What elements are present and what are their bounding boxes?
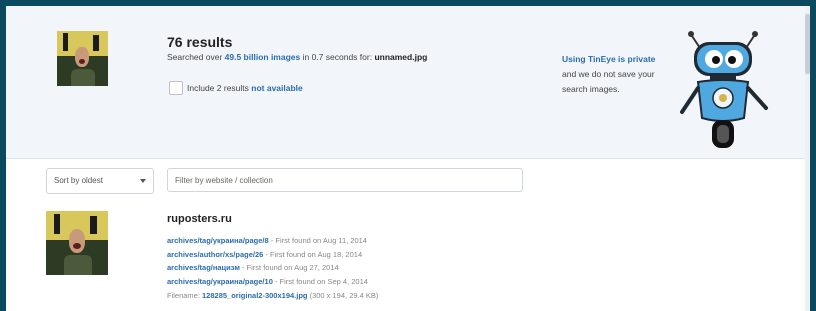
match-link[interactable]: archives/tag/нацизм	[167, 263, 240, 272]
index-size-link[interactable]: 49.5 billion images	[225, 52, 301, 62]
scrollbar-thumb[interactable]	[805, 14, 810, 74]
list-item: archives/author/xs/page/26 - First found…	[167, 249, 363, 259]
query-image-thumbnail[interactable]	[57, 31, 108, 86]
sort-dropdown[interactable]: Sort by oldest	[46, 168, 154, 194]
search-summary-panel: 76 results Searched over 49.5 billion im…	[6, 6, 810, 159]
list-item: archives/tag/украина/page/10 - First fou…	[167, 276, 368, 286]
list-item: archives/tag/нацизм - First found on Aug…	[167, 263, 339, 272]
result-filename: Filename: 128285_original2-300x194.jpg (…	[167, 291, 379, 300]
filename-link[interactable]: 128285_original2-300x194.jpg	[202, 291, 307, 300]
filter-website-input[interactable]	[167, 168, 523, 192]
match-link[interactable]: archives/tag/украина/page/10	[167, 277, 273, 286]
not-available-link[interactable]: not available	[251, 83, 303, 93]
sort-dropdown-label: Sort by oldest	[54, 176, 103, 185]
include-unavailable-checkbox[interactable]	[169, 81, 183, 95]
match-link[interactable]: archives/author/xs/page/26	[167, 250, 263, 259]
match-list: archives/tag/украина/page/8 - First foun…	[167, 234, 368, 288]
query-filename: unnamed.jpg	[374, 52, 428, 62]
tineye-robot-mascot-icon	[680, 31, 768, 148]
result-site-name[interactable]: ruposters.ru	[167, 213, 232, 225]
include-unavailable-label: Include 2 results not available	[187, 83, 303, 93]
match-link[interactable]: archives/tag/украина/page/8	[167, 236, 269, 245]
privacy-notice: Using TinEye is private and we do not sa…	[562, 52, 656, 94]
result-image-thumbnail[interactable]	[46, 211, 108, 275]
chevron-down-icon	[140, 179, 146, 183]
results-count: 76 results	[167, 34, 233, 50]
list-item: archives/tag/украина/page/8 - First foun…	[167, 236, 367, 245]
results-page: 76 results Searched over 49.5 billion im…	[6, 6, 810, 311]
search-stats: Searched over 49.5 billion images in 0.7…	[167, 52, 428, 62]
privacy-link[interactable]: Using TinEye is private	[562, 52, 655, 67]
